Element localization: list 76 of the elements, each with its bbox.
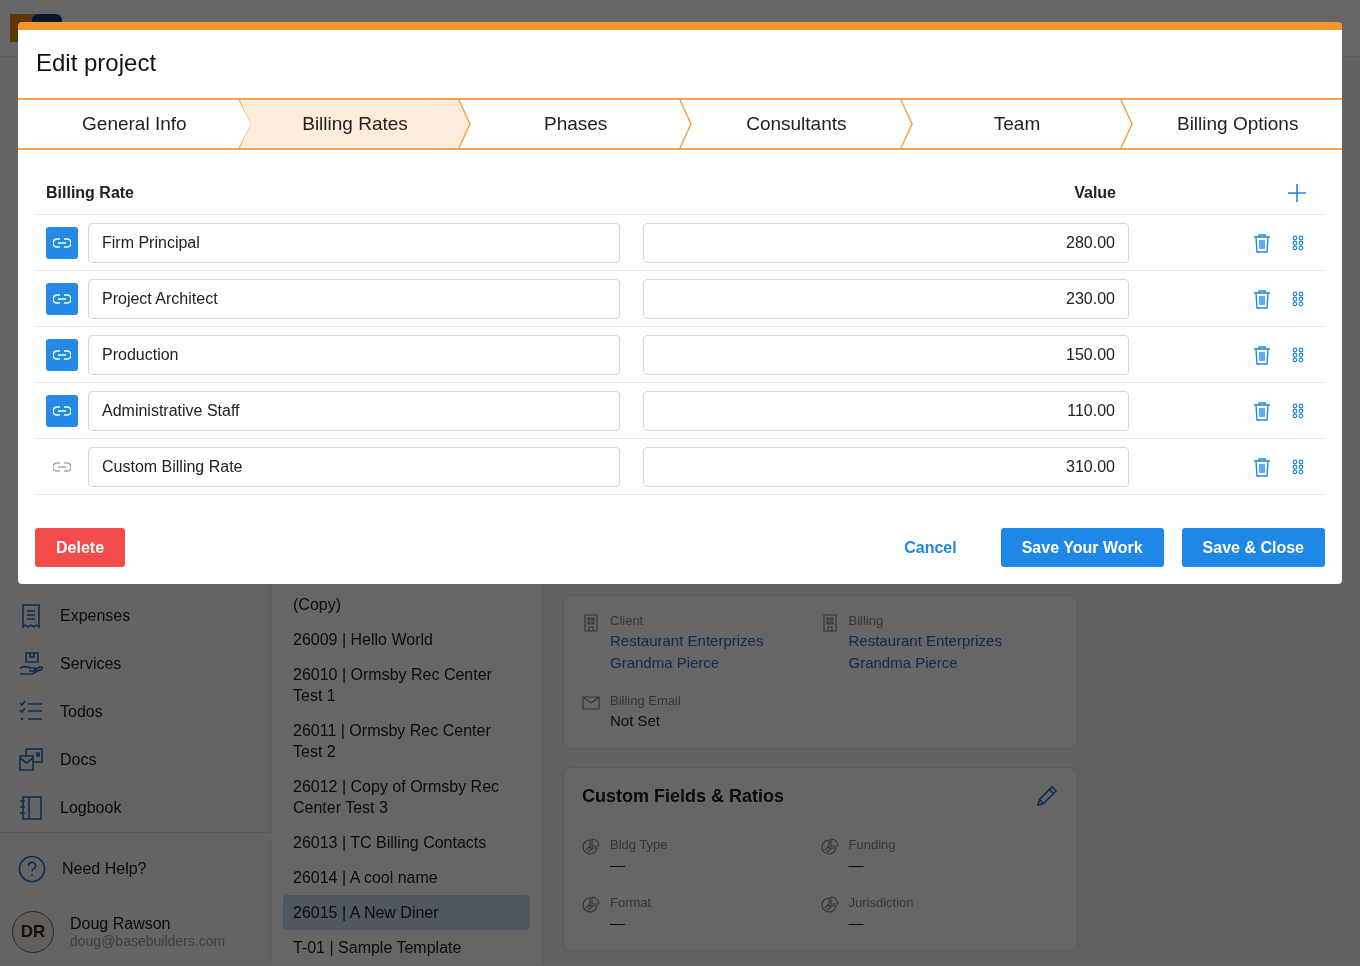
link-icon (53, 348, 71, 361)
trash-icon[interactable] (1252, 232, 1272, 253)
cancel-button[interactable]: Cancel (898, 537, 963, 558)
project-item[interactable]: 26011 | Ormsby Rec Center Test 2 (283, 713, 530, 769)
link-icon (53, 460, 71, 473)
sidebar-item[interactable]: Logbook (60, 799, 122, 817)
dialog-title: Edit project (36, 49, 157, 76)
sidebar-item[interactable]: Expenses (60, 607, 131, 625)
pie-chart-icon (582, 838, 600, 856)
building-icon (582, 614, 600, 632)
trash-icon[interactable] (1252, 400, 1272, 421)
building-icon (820, 614, 839, 632)
pie-chart-icon (820, 896, 839, 914)
field-value: — (848, 913, 865, 933)
pie-chart-icon (820, 838, 839, 856)
contact-link[interactable]: Restaurant Enterprizes (848, 630, 1002, 652)
column-header: Value (1073, 184, 1116, 202)
card-title: Custom Fields & Ratios (582, 785, 785, 807)
nav-icon[interactable] (18, 747, 44, 773)
save-button[interactable]: Save Your Work (1000, 528, 1164, 567)
rate-name-field[interactable]: Administrative Staff (88, 390, 620, 431)
mail-icon (582, 694, 600, 712)
tab[interactable]: General Info (18, 100, 239, 148)
save-close-button[interactable]: Save & Close (1181, 528, 1325, 567)
trash-icon[interactable] (1252, 288, 1272, 309)
pie-chart-icon (582, 896, 600, 914)
link-toggle[interactable] (46, 338, 78, 371)
pencil-icon[interactable] (1035, 784, 1059, 808)
nav-icon[interactable] (18, 651, 44, 677)
project-item[interactable]: 26014 | A cool name (283, 860, 530, 895)
rate-name-field[interactable]: Project Architect (88, 278, 620, 319)
nav-icon[interactable] (18, 795, 44, 821)
field-value: Not Set (610, 711, 662, 731)
delete-button[interactable]: Delete (35, 528, 126, 567)
add-icon[interactable] (1287, 183, 1307, 203)
user-name: Doug Rawson (70, 915, 172, 933)
project-item[interactable]: 26009 | Hello World (283, 622, 530, 657)
link-toggle[interactable] (46, 282, 78, 315)
tab[interactable]: Team (900, 100, 1122, 148)
rate-name-field[interactable]: Custom Billing Rate (88, 446, 620, 487)
tab[interactable]: Phases (459, 100, 680, 148)
sidebar-item[interactable]: Docs (60, 751, 97, 769)
contact-link[interactable]: Grandma Pierce (848, 652, 1002, 674)
help-link[interactable]: Need Help? (62, 860, 147, 878)
user-avatar[interactable]: DR (12, 911, 54, 953)
tab[interactable]: Consultants (680, 100, 901, 148)
field-value: — (610, 855, 626, 875)
project-item[interactable]: (Copy) (283, 587, 530, 622)
field-value: — (848, 855, 865, 875)
contact-link[interactable]: Restaurant Enterprizes (610, 630, 764, 652)
help-icon[interactable] (18, 855, 46, 883)
sidebar-item[interactable]: Services (60, 655, 122, 673)
project-item[interactable]: 26013 | TC Billing Contacts (283, 825, 530, 860)
contact-link[interactable]: Grandma Pierce (610, 652, 764, 674)
link-icon (53, 404, 71, 417)
rate-value-field[interactable]: 280.00 (643, 222, 1129, 263)
rate-value-field[interactable]: 230.00 (643, 278, 1129, 319)
trash-icon[interactable] (1252, 344, 1272, 365)
column-header: Billing Rate (46, 184, 135, 202)
project-item[interactable]: 26010 | Ormsby Rec Center Test 1 (283, 657, 530, 713)
trash-icon[interactable] (1252, 456, 1272, 477)
field-value: — (610, 913, 626, 933)
sidebar-item[interactable]: Todos (60, 703, 103, 721)
rate-name-field[interactable]: Production (88, 334, 620, 375)
link-icon (53, 292, 71, 305)
link-icon (53, 236, 71, 249)
tab[interactable]: Billing Options (1121, 100, 1343, 148)
rate-value-field[interactable]: 150.00 (643, 334, 1129, 375)
rate-value-field[interactable]: 310.00 (643, 446, 1129, 487)
link-toggle[interactable] (46, 394, 78, 427)
link-toggle[interactable] (46, 226, 78, 259)
project-item[interactable]: 26012 | Copy of Ormsby Rec Center Test 3 (283, 769, 530, 825)
rate-value-field[interactable]: 110.00 (643, 390, 1129, 431)
rate-name-field[interactable]: Firm Principal (88, 222, 620, 263)
project-item[interactable]: T-01 | Sample Template (283, 930, 530, 965)
project-item[interactable]: 26015 | A New Diner (283, 895, 530, 930)
